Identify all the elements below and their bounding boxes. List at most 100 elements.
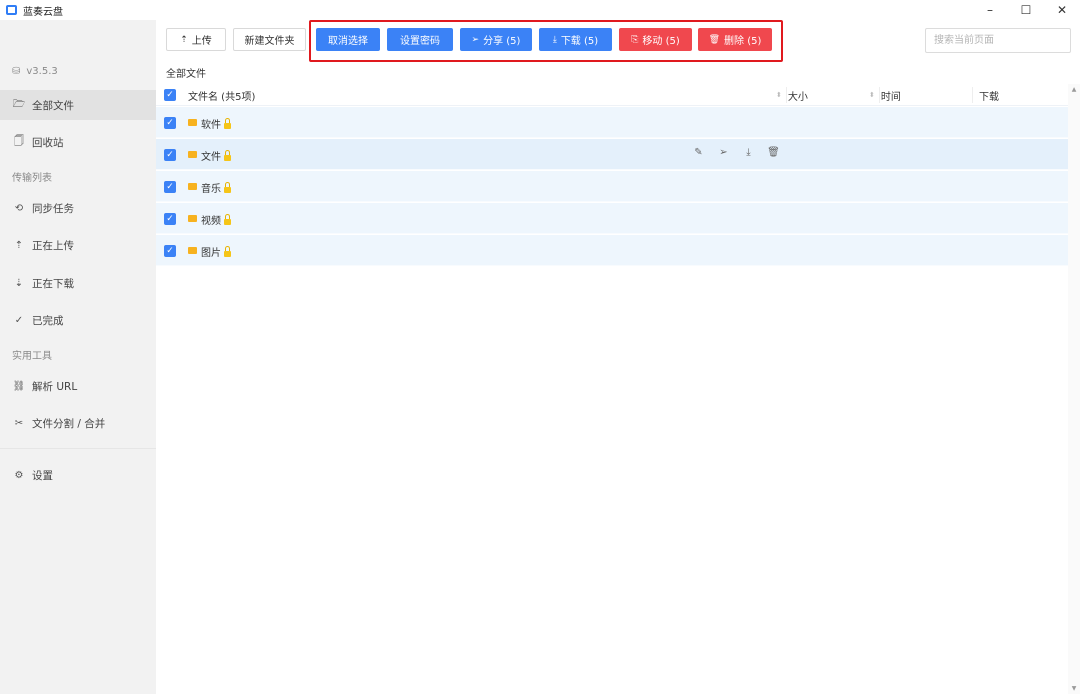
file-name[interactable]: 音乐 (201, 180, 231, 195)
file-name-text: 视频 (201, 216, 221, 227)
sidebar-item-downloading[interactable]: ⇣ 正在下载 (0, 268, 156, 298)
trash-icon: 🗍 (14, 135, 24, 147)
check-circle-icon: ✓ (14, 314, 24, 326)
file-name-text: 图片 (201, 248, 221, 259)
sidebar-item-label: 已完成 (32, 314, 64, 327)
sort-icon: ⬍ (869, 90, 875, 99)
lock-icon (224, 182, 231, 193)
file-name[interactable]: 文件 (201, 148, 231, 163)
column-header-time[interactable]: ⬍ 时间 (869, 84, 901, 106)
table-header: ✓ 文件名 (共5项) ⬍ 大小 ⬍ 时间 下载 (156, 84, 1068, 106)
column-separator (972, 87, 973, 103)
lock-icon (224, 214, 231, 225)
version-info: ⛁ v3.5.3 (12, 66, 58, 77)
download-icon: ⇣ (14, 277, 24, 289)
delete-icon[interactable]: 🗑 (761, 147, 786, 158)
gear-icon: ⚙ (14, 469, 24, 481)
title-bar: 蓝奏云盘 – ☐ ✕ (0, 0, 1080, 20)
close-button[interactable]: ✕ (1044, 0, 1080, 20)
lock-icon (224, 246, 231, 257)
column-header-download[interactable]: 下载 (979, 84, 999, 106)
delete-button[interactable]: 🗑 删除 (5) (698, 28, 772, 51)
sidebar-item-split-merge[interactable]: ✂ 文件分割 / 合并 (0, 408, 156, 438)
vertical-scrollbar[interactable]: ▲ ▼ (1068, 84, 1080, 694)
sidebar-item-label: 正在上传 (32, 239, 74, 252)
download-button[interactable]: ⤓ 下载 (5) (539, 28, 612, 51)
new-folder-button[interactable]: 新建文件夹 (233, 28, 306, 51)
row-checkbox[interactable]: ✓ (164, 181, 176, 193)
folder-open-icon: 🗁 (12, 98, 26, 110)
download-icon[interactable]: ⤓ (736, 147, 761, 158)
file-name-text: 音乐 (201, 184, 221, 195)
download-icon: ⤓ (552, 34, 557, 45)
file-name-text: 文件 (201, 152, 221, 163)
app-version-icon: ⛁ (12, 66, 21, 77)
new-folder-button-label: 新建文件夹 (244, 36, 295, 47)
move-button[interactable]: ⎘ 移动 (5) (619, 28, 692, 51)
set-password-button[interactable]: 设置密码 (387, 28, 453, 51)
folder-icon (188, 119, 197, 126)
sidebar-item-parse-url[interactable]: ⛓ 解析 URL (0, 371, 156, 401)
sidebar: ⛁ v3.5.3 🗁 全部文件 🗍 回收站 传输列表 ⟲ 同步任务 ⇡ 正在上传… (0, 20, 156, 694)
sidebar-item-settings[interactable]: ⚙ 设置 (0, 460, 156, 490)
sidebar-item-label: 文件分割 / 合并 (32, 417, 106, 430)
row-checkbox[interactable]: ✓ (164, 213, 176, 225)
app-logo-icon (6, 5, 17, 15)
file-name[interactable]: 软件 (201, 116, 231, 131)
scroll-up-icon[interactable]: ▲ (1068, 86, 1080, 93)
checkmark-icon: ✓ (164, 89, 176, 101)
select-all-checkbox[interactable]: ✓ (164, 84, 176, 106)
column-header-name[interactable]: 文件名 (共5项) (188, 84, 255, 106)
column-header-size[interactable]: ⬍ 大小 (776, 84, 808, 106)
column-header-size-label: 大小 (787, 91, 808, 103)
lock-icon (224, 150, 231, 161)
section-transfer-list: 传输列表 (12, 173, 52, 184)
file-name[interactable]: 图片 (201, 244, 231, 259)
sidebar-item-label: 同步任务 (32, 202, 74, 215)
cancel-selection-button[interactable]: 取消选择 (316, 28, 380, 51)
table-row[interactable]: ✓ 音乐 (156, 171, 1068, 202)
sidebar-item-completed[interactable]: ✓ 已完成 (0, 305, 156, 335)
share-button[interactable]: ➢ 分享 (5) (460, 28, 532, 51)
sidebar-item-all-files[interactable]: 🗁 全部文件 (0, 90, 156, 120)
lock-icon (224, 118, 231, 129)
table-row[interactable]: ✓ 文件 ✎ ➢ ⤓ 🗑 (156, 139, 1068, 170)
sidebar-divider (0, 448, 156, 449)
sidebar-item-label: 设置 (32, 469, 53, 482)
link-icon: ⛓ (12, 380, 26, 392)
search-input[interactable] (925, 28, 1071, 53)
trash-icon: 🗑 (708, 34, 721, 45)
minimize-button[interactable]: – (972, 0, 1008, 20)
folder-icon (188, 151, 197, 158)
breadcrumb[interactable]: 全部文件 (166, 65, 206, 80)
sidebar-item-uploading[interactable]: ⇡ 正在上传 (0, 230, 156, 260)
scissors-icon: ✂ (14, 417, 24, 429)
file-name-text: 软件 (201, 120, 221, 131)
table-row[interactable]: ✓ 图片 (156, 235, 1068, 266)
move-icon: ⎘ (631, 34, 639, 45)
section-utilities: 实用工具 (12, 351, 52, 362)
cloud-upload-icon: ⇡ (180, 34, 188, 45)
file-name[interactable]: 视频 (201, 212, 231, 227)
app-title: 蓝奏云盘 (23, 6, 63, 18)
column-header-time-label: 时间 (880, 91, 901, 103)
delete-button-label: 删除 (5) (724, 36, 762, 47)
sidebar-item-label: 正在下载 (32, 277, 74, 290)
maximize-button[interactable]: ☐ (1008, 0, 1044, 20)
sync-icon: ⟲ (14, 202, 24, 214)
table-row[interactable]: ✓ 软件 (156, 107, 1068, 138)
scroll-down-icon[interactable]: ▼ (1068, 685, 1080, 692)
row-checkbox[interactable]: ✓ (164, 117, 176, 129)
cancel-selection-label: 取消选择 (328, 36, 368, 47)
sidebar-item-recycle-bin[interactable]: 🗍 回收站 (0, 127, 156, 157)
move-button-label: 移动 (5) (642, 36, 680, 47)
row-checkbox[interactable]: ✓ (164, 245, 176, 257)
upload-button[interactable]: ⇡ 上传 (166, 28, 226, 51)
table-row[interactable]: ✓ 视频 (156, 203, 1068, 234)
share-icon[interactable]: ➢ (711, 147, 736, 158)
sidebar-item-sync-tasks[interactable]: ⟲ 同步任务 (0, 193, 156, 223)
row-checkbox[interactable]: ✓ (164, 149, 176, 161)
sidebar-item-label: 全部文件 (32, 99, 74, 112)
column-separator (879, 87, 880, 103)
edit-icon[interactable]: ✎ (686, 147, 711, 158)
